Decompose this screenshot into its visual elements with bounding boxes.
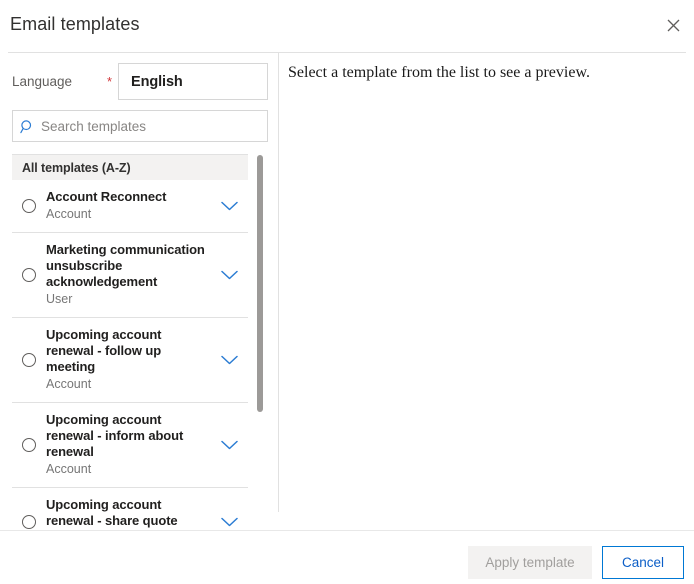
template-radio[interactable] bbox=[12, 353, 46, 367]
list-item[interactable]: Upcoming account renewal - share quote A… bbox=[12, 488, 248, 530]
list-item[interactable]: Account Reconnect Account bbox=[12, 180, 248, 233]
template-title: Upcoming account renewal - share quote bbox=[46, 497, 178, 528]
close-icon bbox=[667, 19, 680, 32]
template-title: Upcoming account renewal - follow up mee… bbox=[46, 327, 162, 374]
chevron-down-icon[interactable] bbox=[210, 517, 248, 527]
template-list[interactable]: Account Reconnect Account Marketing comm… bbox=[12, 180, 248, 530]
template-text: Account Reconnect Account bbox=[46, 189, 210, 223]
search-box[interactable] bbox=[12, 110, 268, 142]
list-item[interactable]: Marketing communication unsubscribe ackn… bbox=[12, 233, 248, 318]
template-text: Marketing communication unsubscribe ackn… bbox=[46, 242, 210, 308]
radio-icon bbox=[22, 199, 36, 213]
radio-icon bbox=[22, 515, 36, 529]
list-item[interactable]: Upcoming account renewal - inform about … bbox=[12, 403, 248, 488]
chevron-down-icon[interactable] bbox=[210, 270, 248, 280]
template-title: Account Reconnect bbox=[46, 189, 167, 204]
dialog-footer: Apply template Cancel bbox=[0, 530, 694, 584]
template-radio[interactable] bbox=[12, 199, 46, 213]
template-group-header-label: All templates (A-Z) bbox=[22, 160, 131, 175]
template-title: Upcoming account renewal - inform about … bbox=[46, 412, 184, 459]
apply-template-button[interactable]: Apply template bbox=[468, 546, 592, 579]
required-asterisk: * bbox=[107, 74, 113, 89]
template-group-header: All templates (A-Z) bbox=[12, 154, 248, 180]
email-templates-dialog: Email templates Language * English Searc… bbox=[0, 0, 694, 584]
chevron-down-icon[interactable] bbox=[210, 440, 248, 450]
template-list-scrollbar[interactable] bbox=[255, 153, 263, 504]
template-subtitle: Account bbox=[46, 207, 92, 221]
preview-placeholder-message: Select a template from the list to see a… bbox=[288, 64, 590, 81]
radio-icon bbox=[22, 353, 36, 367]
radio-icon bbox=[22, 268, 36, 282]
close-button[interactable] bbox=[658, 10, 688, 40]
scrollbar-thumb[interactable] bbox=[257, 155, 263, 412]
template-subtitle: Account bbox=[46, 462, 92, 476]
template-text: Upcoming account renewal - share quote A… bbox=[46, 497, 210, 530]
template-text: Upcoming account renewal - inform about … bbox=[46, 412, 210, 478]
template-subtitle: Account bbox=[46, 377, 92, 391]
language-label: Language bbox=[12, 74, 73, 89]
dialog-header: Email templates bbox=[0, 0, 694, 53]
template-subtitle: User bbox=[46, 292, 73, 306]
template-picker-pane: Language * English All templates (A-Z) bbox=[0, 53, 278, 530]
template-text: Upcoming account renewal - follow up mee… bbox=[46, 327, 210, 393]
template-radio[interactable] bbox=[12, 438, 46, 452]
language-selected-value: English bbox=[131, 73, 183, 90]
template-radio[interactable] bbox=[12, 515, 46, 529]
cancel-button[interactable]: Cancel bbox=[602, 546, 684, 579]
search-input[interactable] bbox=[41, 118, 251, 134]
language-row: Language * English bbox=[0, 63, 278, 101]
radio-icon bbox=[22, 438, 36, 452]
template-preview-pane: Select a template from the list to see a… bbox=[279, 53, 694, 530]
list-item[interactable]: Upcoming account renewal - follow up mee… bbox=[12, 318, 248, 403]
footer-divider bbox=[0, 530, 694, 531]
template-title: Marketing communication unsubscribe ackn… bbox=[46, 242, 205, 289]
language-select[interactable]: English bbox=[118, 63, 268, 100]
search-icon bbox=[13, 119, 41, 134]
template-radio[interactable] bbox=[12, 268, 46, 282]
chevron-down-icon[interactable] bbox=[210, 201, 248, 211]
chevron-down-icon[interactable] bbox=[210, 355, 248, 365]
page-title: Email templates bbox=[10, 14, 140, 34]
